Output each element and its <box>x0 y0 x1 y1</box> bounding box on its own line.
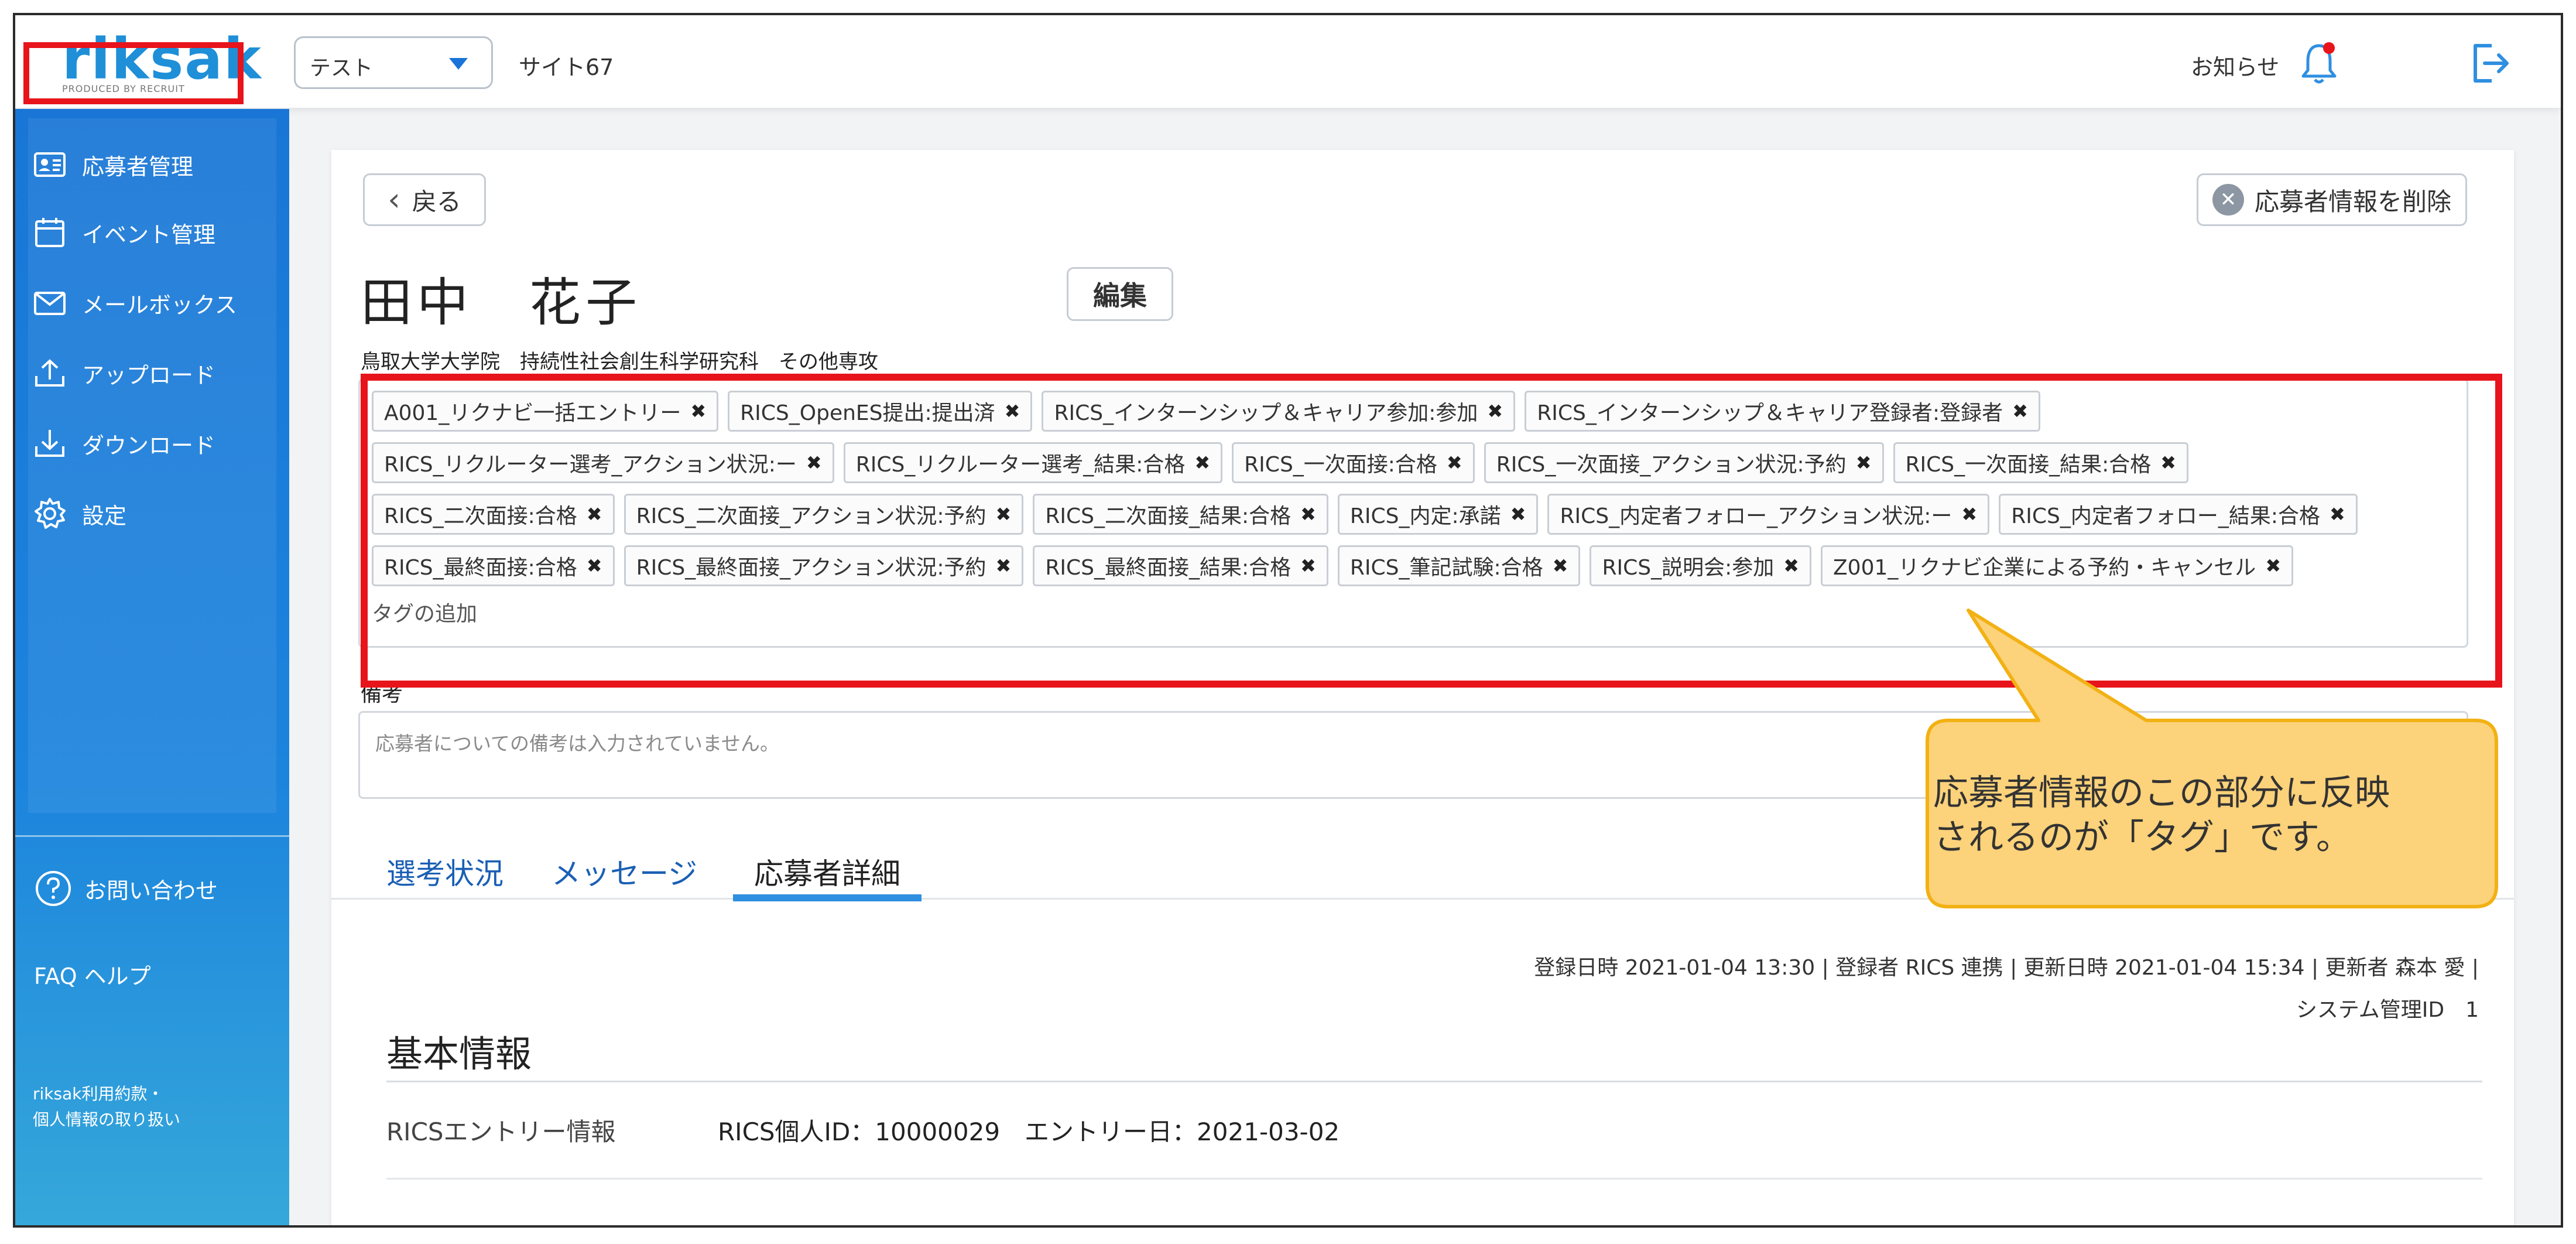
back-button[interactable]: ‹ 戻る <box>363 173 486 226</box>
back-label: 戻る <box>412 187 461 216</box>
callout-text: 応募者情報のこの部分に反映 されるのが「タグ」です。 <box>1933 771 2483 860</box>
sidebar-item-label: アップロード <box>82 362 216 388</box>
row-divider <box>386 1178 2482 1180</box>
terms-link[interactable]: riksak利用約款・ <box>33 1081 180 1107</box>
callout-bubble-shape <box>1926 609 2498 908</box>
sidebar-item-events[interactable]: イベント管理 <box>33 212 215 253</box>
section-divider <box>386 1081 2482 1082</box>
help-circle-icon <box>36 871 71 906</box>
terms-links[interactable]: riksak利用約款・ 個人情報の取り扱い <box>33 1081 180 1133</box>
sidebar-item-label: ダウンロード <box>82 432 216 459</box>
site-name: サイト67 <box>519 54 614 80</box>
id-card-icon <box>34 152 66 177</box>
rics-entry-value: RICS個人ID：10000029 エントリー日：2021-03-02 <box>718 1117 1340 1146</box>
company-select[interactable]: テスト <box>294 36 493 89</box>
sidebar-item-applicants[interactable]: 応募者管理 <box>33 144 193 185</box>
bell-icon[interactable] <box>2298 40 2339 87</box>
logout-icon[interactable] <box>2468 41 2513 86</box>
annotation-callout <box>1904 604 2507 915</box>
sidebar-item-label: 応募者管理 <box>82 153 194 180</box>
highlight-box-nav <box>23 42 244 104</box>
delete-applicant-button[interactable]: ✕ 応募者情報を削除 <box>2197 173 2467 226</box>
callout-line: 応募者情報のこの部分に反映 <box>1933 773 2390 814</box>
edit-button[interactable]: 編集 <box>1067 267 1173 321</box>
sidebar-divider <box>15 835 289 837</box>
download-icon <box>35 430 64 457</box>
tab-selection-status[interactable]: 選考状況 <box>386 835 503 900</box>
sidebar-item-label: メールボックス <box>82 292 237 318</box>
record-meta: 登録日時 2021-01-04 13:30 | 登録者 RICS 連携 | 更新… <box>1534 956 2479 980</box>
chevron-left-icon: ‹ <box>388 181 400 218</box>
applicant-affiliation: 鳥取大学大学院 持続性社会創生科学研究科 その他専攻 <box>361 350 878 374</box>
caret-down-icon <box>449 58 468 70</box>
faq-help-link[interactable]: FAQ ヘルプ <box>34 958 151 990</box>
contact-label: お問い合わせ <box>84 877 218 904</box>
delete-label: 応募者情報を削除 <box>2254 187 2451 216</box>
sidebar-item-settings[interactable]: 設定 <box>33 493 126 534</box>
tab-applicant-details[interactable]: 応募者詳細 <box>733 835 922 901</box>
sidebar-item-label: 設定 <box>82 503 127 529</box>
applicant-details-panel: 登録日時 2021-01-04 13:30 | 登録者 RICS 連携 | 更新… <box>331 901 2514 1225</box>
sidebar-item-mailbox[interactable]: メールボックス <box>33 282 237 323</box>
faq-label: FAQ ヘルプ <box>34 963 151 989</box>
system-id: システム管理ID 1 <box>2296 998 2479 1022</box>
calendar-icon <box>35 218 64 247</box>
notice-label[interactable]: お知らせ <box>2191 49 2279 81</box>
company-select-value: テスト <box>310 56 374 80</box>
sidebar-item-upload[interactable]: アップロード <box>33 353 215 394</box>
sidebar-item-download[interactable]: ダウンロード <box>33 423 215 464</box>
callout-line: されるのが「タグ」です。 <box>1933 817 2351 858</box>
gear-icon <box>35 498 66 529</box>
privacy-link[interactable]: 個人情報の取り扱い <box>33 1107 180 1133</box>
app-window: riksak PRODUCED BY RECRUIT テスト サイト67 お知ら… <box>13 13 2563 1228</box>
top-bar: riksak PRODUCED BY RECRUIT テスト サイト67 お知ら… <box>15 15 2561 109</box>
applicant-name: 田中 花子 <box>361 272 642 333</box>
contact-link[interactable]: お問い合わせ <box>34 869 218 908</box>
rics-entry-label: RICSエントリー情報 <box>386 1117 616 1146</box>
mail-icon <box>34 292 66 315</box>
sidebar: 応募者管理 イベント管理 メールボックス アップロード ダウンロード 設定 お問… <box>15 109 289 1225</box>
tab-messages[interactable]: メッセージ <box>551 835 697 900</box>
sidebar-item-label: イベント管理 <box>82 221 216 248</box>
section-title: 基本情報 <box>386 1033 532 1075</box>
upload-icon <box>35 359 64 387</box>
close-circle-icon: ✕ <box>2212 184 2244 216</box>
